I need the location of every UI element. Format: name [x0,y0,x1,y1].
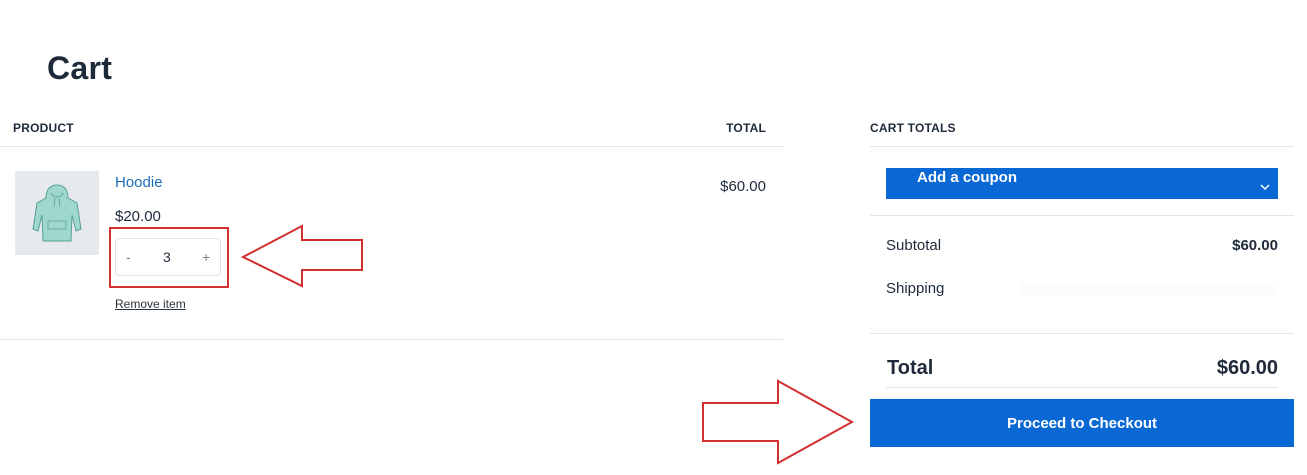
product-column-header: PRODUCT [13,121,74,135]
left-arrow-icon [240,224,363,288]
proceed-to-checkout-button[interactable]: Proceed to Checkout [870,399,1294,447]
totals-divider [870,333,1294,334]
shipping-label: Shipping [886,280,945,297]
quantity-input[interactable]: 3 [163,249,171,265]
quantity-stepper[interactable]: - 3 + [115,238,221,276]
add-coupon-label: Add a coupon [917,169,1017,186]
shipping-value-placeholder [1020,282,1278,296]
total-value: $60.00 [1216,357,1278,379]
cart-totals-divider [870,146,1294,147]
hoodie-icon [32,184,82,242]
page-title: Cart [47,50,113,86]
total-label: Total [887,357,934,379]
subtotal-value: $60.00 [1232,237,1278,254]
subtotal-label: Subtotal [886,237,942,254]
add-coupon-toggle[interactable]: Add a coupon [886,168,1278,199]
remove-item-link[interactable]: Remove item [115,297,186,311]
product-name-link[interactable]: Hoodie [115,174,163,191]
quantity-decrease-button[interactable]: - [126,249,131,265]
right-arrow-icon [702,379,855,465]
table-row-divider [0,339,783,340]
line-total: $60.00 [720,178,766,195]
hoodie-thumbnail-image[interactable] [15,171,99,255]
total-divider [886,387,1278,388]
cart-totals-heading: CART TOTALS [870,121,956,135]
coupon-divider [870,215,1294,216]
product-unit-price: $20.00 [115,208,161,225]
table-header-divider [0,146,783,147]
chevron-down-icon [1260,178,1270,196]
total-column-header: TOTAL [726,121,766,135]
quantity-increase-button[interactable]: + [202,249,210,265]
